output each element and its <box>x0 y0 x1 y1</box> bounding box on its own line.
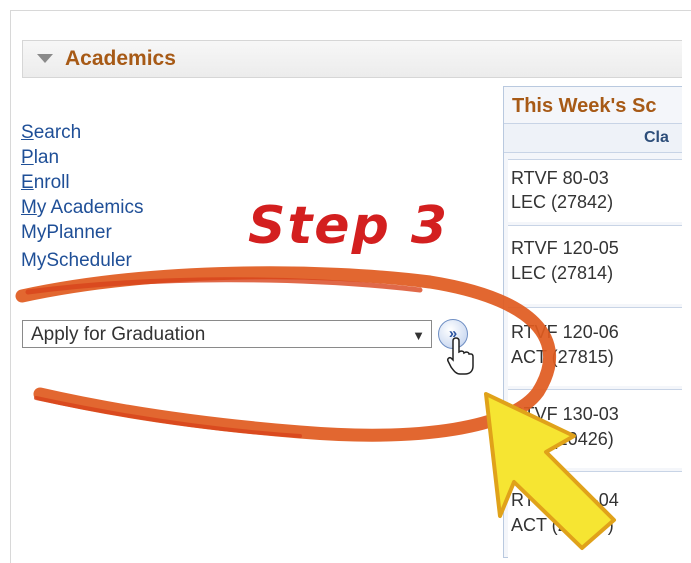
yellow-arrow-icon <box>484 392 616 550</box>
other-actions-select[interactable]: Apply for Graduation ▼ <box>22 320 432 348</box>
dropdown-arrow-icon[interactable]: ▼ <box>412 328 425 343</box>
selected-option: Apply for Graduation <box>31 324 206 345</box>
step-label: Step 3 <box>248 196 450 256</box>
annotation-overlay <box>15 266 616 550</box>
hand-cursor-icon <box>447 337 474 375</box>
